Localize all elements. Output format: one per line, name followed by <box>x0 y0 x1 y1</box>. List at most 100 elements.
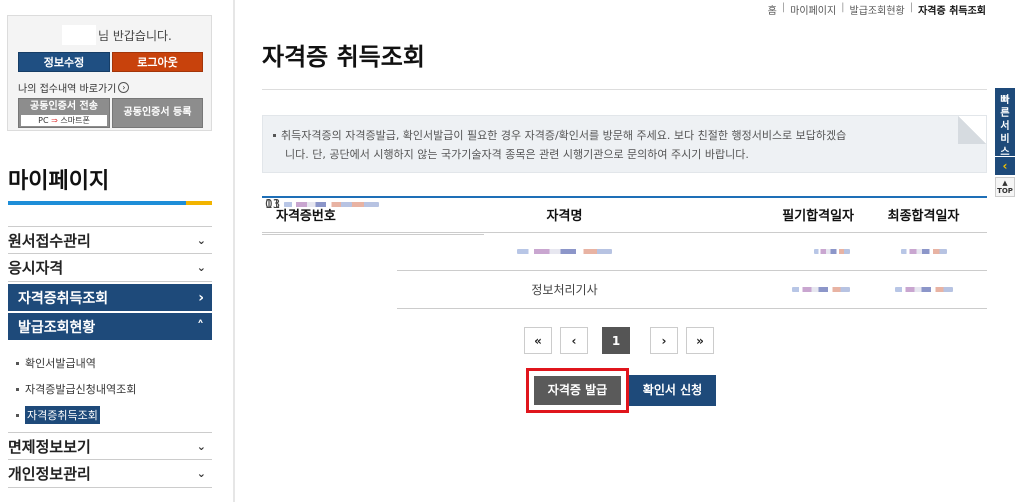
sidebar-title: 마이페이지 <box>8 169 110 194</box>
cert-name-cell: 정보처리기사 <box>397 270 732 309</box>
redacted-text <box>284 202 353 207</box>
bullet-icon <box>16 413 19 417</box>
redacted-text <box>814 249 850 254</box>
arrow-right-icon: ⇒ <box>51 116 58 125</box>
chevron-down-icon: ⌄ <box>196 261 206 274</box>
bullet-icon <box>16 361 19 365</box>
quick-service-label: 빠른서비스 <box>1000 95 1010 158</box>
page: 님 반갑습니다. 정보수정 로그아웃 나의 접수내역 바로가기 › 공동인증서 … <box>0 0 1024 502</box>
cert-send-sub: PC ⇒ 스마트폰 <box>21 115 107 126</box>
cert-send-button[interactable]: 공동인증서 전송 PC ⇒ 스마트폰 <box>18 98 110 128</box>
user-name-masked <box>62 25 96 45</box>
submenu-item-label: 확인서발급내역 <box>25 357 96 370</box>
quick-expand-button[interactable]: ‹ <box>995 157 1015 175</box>
sidebar-item-label: 자격증취득조회 <box>18 290 109 307</box>
column-divider <box>233 0 235 502</box>
left-sidebar: 님 반갑습니다. 정보수정 로그아웃 나의 접수내역 바로가기 › 공동인증서 … <box>0 0 222 502</box>
submenu-item-confirm-history[interactable]: 확인서발급내역 <box>16 350 212 376</box>
chevron-right-icon: › <box>198 289 204 306</box>
apply-confirm-button[interactable]: 확인서 신청 <box>629 375 716 406</box>
issue-cert-button[interactable]: 자격증 발급 <box>534 376 621 405</box>
cert-number-prefix: 11 <box>265 197 281 211</box>
submenu-item-cert-inquiry[interactable]: 자격증취득조회 <box>16 402 212 428</box>
submenu-item-label: 자격증취득조회 <box>25 406 100 424</box>
my-receipt-link-label: 나의 접수내역 바로가기 <box>18 84 117 95</box>
cert-table: 자격증번호 자격명 필기합격일자 최종합격일자 03 11 정보처리기사 <box>262 196 987 309</box>
redacted-text <box>900 249 947 254</box>
sidebar-item-cert-inquiry[interactable]: 자격증취득조회 › <box>8 284 212 311</box>
circle-arrow-icon: › <box>118 82 130 93</box>
breadcrumb-separator: | <box>781 2 786 13</box>
sidebar-item-label: 발급조회현황 <box>18 319 96 336</box>
chevron-down-icon: ⌄ <box>196 439 206 453</box>
sidebar-item-label: 원서접수관리 <box>8 231 91 250</box>
notice-box: 취득자격증의 자격증발급, 확인서발급이 필요한 경우 자격증/확인서를 방문해… <box>262 115 987 173</box>
next-page-button[interactable]: › <box>650 327 678 354</box>
chevron-down-icon: ⌄ <box>196 233 206 247</box>
bullet-icon <box>273 133 276 137</box>
sidebar-submenu: 확인서발급내역 자격증발급신청내역조회 자격증취득조회 <box>8 342 212 432</box>
first-page-button[interactable]: « <box>524 327 552 354</box>
table-row[interactable]: 03 <box>262 197 987 271</box>
cert-name-cell <box>397 232 732 271</box>
title-underline <box>8 201 212 205</box>
quick-service-button[interactable]: 빠른서비스 <box>995 88 1015 158</box>
written-date-cell <box>732 270 860 309</box>
last-page-button[interactable]: » <box>686 327 714 354</box>
greeting-text: 님 반갑습니다. <box>98 29 172 43</box>
submenu-item-label: 자격증발급신청내역조회 <box>25 383 137 396</box>
sidebar-item-label: 응시자격 <box>8 259 64 277</box>
cert-send-sub-pc: PC <box>38 116 49 125</box>
breadcrumb-separator: | <box>909 2 914 13</box>
column-header: 필기합격일자 <box>732 197 860 233</box>
pagination: « ‹ 1 › » <box>524 327 722 354</box>
chevron-up-icon: ˄ <box>197 318 204 335</box>
my-receipt-link[interactable]: 나의 접수내역 바로가기 › <box>18 80 130 95</box>
written-date-cell <box>732 232 860 271</box>
title-underline-accent <box>186 201 212 205</box>
page-1-button[interactable]: 1 <box>602 327 630 354</box>
issue-cert-highlight: 자격증 발급 <box>526 368 629 413</box>
bullet-icon <box>16 387 19 391</box>
table-row[interactable]: 11 정보처리기사 <box>262 197 987 309</box>
breadcrumb-issue-status[interactable]: 발급조회현황 <box>850 2 905 17</box>
page-fold-icon <box>958 116 986 144</box>
breadcrumb-home[interactable]: 홈 <box>768 2 777 17</box>
sidebar-item-issue-status[interactable]: 발급조회현황 ˄ <box>8 313 212 340</box>
chevron-left-icon: ‹ <box>1002 159 1008 173</box>
cert-register-button[interactable]: 공동인증서 등록 <box>112 98 203 128</box>
final-date-cell <box>860 232 987 271</box>
redacted-text <box>792 287 850 292</box>
sidebar-item-personal-info[interactable]: 개인정보관리 ⌄ <box>8 460 212 488</box>
sidebar-item-eligibility[interactable]: 응시자격 ⌄ <box>8 254 212 282</box>
redacted-text <box>894 287 953 292</box>
prev-page-button[interactable]: ‹ <box>560 327 588 354</box>
quick-service-bar: 빠른서비스 ‹ ▲ TOP <box>995 88 1015 197</box>
chevron-down-icon: ⌄ <box>196 467 206 480</box>
breadcrumb-current: 자격증 취득조회 <box>918 6 986 17</box>
sidebar-item-label: 개인정보관리 <box>8 465 91 483</box>
notice-line-1: 취득자격증의 자격증발급, 확인서발급이 필요한 경우 자격증/확인서를 방문해… <box>273 126 972 145</box>
column-header: 최종합격일자 <box>860 197 987 233</box>
logout-button[interactable]: 로그아웃 <box>112 52 203 72</box>
login-box: 님 반갑습니다. 정보수정 로그아웃 나의 접수내역 바로가기 › 공동인증서 … <box>7 15 212 131</box>
sidebar-item-application[interactable]: 원서접수관리 ⌄ <box>8 226 212 254</box>
cert-number-cell: 11 <box>262 197 484 235</box>
sidebar-item-label: 면제정보보기 <box>8 437 91 456</box>
cert-send-sub-phone: 스마트폰 <box>60 116 90 125</box>
breadcrumb-separator: | <box>841 2 845 13</box>
cert-send-label: 공동인증서 전송 <box>30 101 98 112</box>
page-title: 자격증 취득조회 <box>262 43 425 71</box>
breadcrumb: 홈 | 마이페이지 | 발급조회현황 | 자격증 취득조회 <box>768 2 986 17</box>
sidebar-menu: 원서접수관리 ⌄ 응시자격 ⌄ 자격증취득조회 › 발급조회현황 ˄ 확인서발급… <box>8 226 212 488</box>
final-date-cell <box>860 270 987 309</box>
edit-info-button[interactable]: 정보수정 <box>18 52 110 72</box>
notice-text-1: 취득자격증의 자격증발급, 확인서발급이 필요한 경우 자격증/확인서를 방문해… <box>281 129 847 142</box>
top-button[interactable]: ▲ TOP <box>995 177 1015 197</box>
breadcrumb-mypage[interactable]: 마이페이지 <box>790 2 836 17</box>
sidebar-item-exemption[interactable]: 면제정보보기 ⌄ <box>8 432 212 460</box>
submenu-item-issue-request-history[interactable]: 자격증발급신청내역조회 <box>16 376 212 402</box>
notice-line-2: 니다. 단, 공단에서 시행하지 않는 국가기술자격 종목은 관련 시행기관으로… <box>285 148 749 161</box>
top-label: TOP <box>997 187 1013 195</box>
redacted-text <box>517 249 612 254</box>
